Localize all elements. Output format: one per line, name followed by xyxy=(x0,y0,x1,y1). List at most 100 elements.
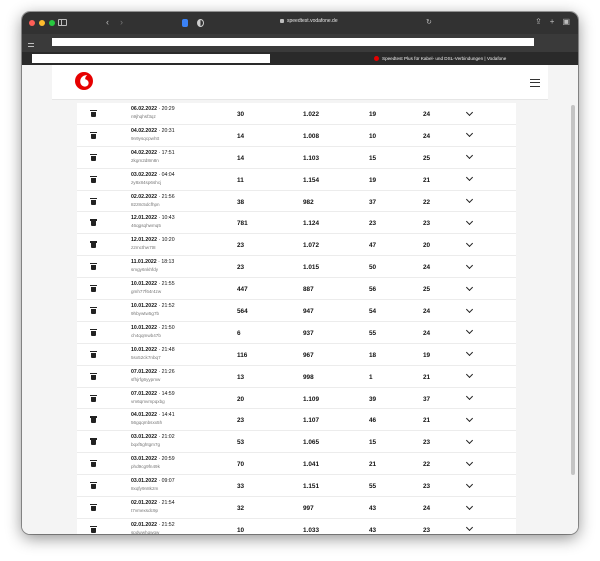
table-row[interactable]: 03.01.2022 · 09:07 8xqfy9n8k2m 33 1.151 55 23 xyxy=(77,475,516,498)
download-value: 1.107 xyxy=(303,417,319,425)
download-value: 937 xyxy=(303,329,314,337)
trash-icon[interactable] xyxy=(90,131,97,139)
chevron-down-icon[interactable] xyxy=(465,525,473,533)
result-id: sfhjrfg6yypmw xyxy=(131,376,161,382)
close-window-button[interactable] xyxy=(29,20,35,26)
table-row[interactable]: 03.01.2022 · 20:59 phd9cg9fn49k 70 1.041 21 2… xyxy=(77,453,516,476)
table-row[interactable]: 07.01.2022 · 14:59 vm6qmvmpqxbg 20 1.109 39 3… xyxy=(77,388,516,410)
table-row[interactable]: 12.01.2022 · 10:43 46qgsqhwmq5 781 1.124 23 2… xyxy=(77,212,516,235)
ping-value: 13 xyxy=(237,373,245,381)
trash-icon[interactable] xyxy=(90,197,97,205)
ping-value: 6 xyxy=(237,329,241,337)
result-id: 82z8c5dcfhpn xyxy=(131,201,160,207)
chevron-down-icon[interactable] xyxy=(465,350,473,358)
jitter-value: 24 xyxy=(423,264,431,272)
table-row[interactable]: 12.01.2022 · 10:20 z2mcthw7t8 23 1.072 47 20 xyxy=(77,234,516,257)
privacy-shield-icon[interactable] xyxy=(197,19,204,27)
trash-icon[interactable] xyxy=(90,525,97,533)
new-tab-icon[interactable]: + xyxy=(550,17,555,26)
table-row[interactable]: 10.01.2022 · 21:55 gmh77f64r4zw 447 887 56 25 xyxy=(77,278,516,301)
reader-icon[interactable] xyxy=(28,43,34,47)
table-row[interactable]: 04.02.2022 · 20:31 9n9ysqcpwhtt 14 1.008 10 2… xyxy=(77,125,516,147)
chevron-down-icon[interactable] xyxy=(465,328,473,336)
trash-icon[interactable] xyxy=(90,110,97,117)
trash-icon[interactable] xyxy=(90,350,97,358)
sidebar-toggle-icon[interactable] xyxy=(58,19,67,26)
trash-icon[interactable] xyxy=(90,504,97,512)
table-row[interactable]: 02.02.2022 · 21:56 82z8c5dcfhpn 38 982 37 22 xyxy=(77,191,516,213)
trash-icon[interactable] xyxy=(90,285,97,293)
download-value: 947 xyxy=(303,308,314,316)
trash-icon[interactable] xyxy=(90,241,97,249)
chevron-down-icon[interactable] xyxy=(465,437,473,445)
forward-icon[interactable]: › xyxy=(120,17,123,27)
address-bar[interactable]: speedtest.vodafone.de xyxy=(280,18,338,24)
chevron-down-icon[interactable] xyxy=(465,153,473,161)
upload-value: 21 xyxy=(369,461,377,469)
tab-overview-icon[interactable]: ▣ xyxy=(562,17,570,26)
table-row[interactable]: 07.01.2022 · 21:26 sfhjrfg6yypmw 13 998 1 21 xyxy=(77,366,516,388)
table-row[interactable]: 03.02.2022 · 04:04 zy8x84sp6shcj 11 1.154 19… xyxy=(77,169,516,191)
chevron-down-icon[interactable] xyxy=(465,131,473,139)
page-scrollbar[interactable] xyxy=(571,105,575,475)
upload-value: 1 xyxy=(369,373,373,381)
chevron-down-icon[interactable] xyxy=(465,262,473,270)
trash-icon[interactable] xyxy=(90,394,97,402)
chevron-down-icon[interactable] xyxy=(465,218,473,226)
minimize-window-button[interactable] xyxy=(39,20,45,26)
trash-icon[interactable] xyxy=(90,482,97,490)
download-value: 967 xyxy=(303,351,314,359)
result-id: spdwwhqwgw xyxy=(131,529,160,534)
upload-value: 43 xyxy=(369,526,377,534)
extension-icon[interactable] xyxy=(182,19,188,27)
chevron-down-icon[interactable] xyxy=(465,459,473,467)
trash-icon[interactable] xyxy=(90,460,97,468)
tab-active[interactable]: Speedtest Plus für Kabel- und DSL-Verbin… xyxy=(372,52,578,65)
chevron-down-icon[interactable] xyxy=(465,240,473,248)
jitter-value: 24 xyxy=(423,132,431,140)
trash-icon[interactable] xyxy=(90,307,97,315)
result-datetime: 04.02.2022 · 20:31 xyxy=(131,127,175,134)
table-row[interactable]: 10.01.2022 · 21:50 ch4qqmwb47b 6 937 55 24 xyxy=(77,322,516,344)
result-datetime: 10.01.2022 · 21:50 xyxy=(131,324,175,331)
chevron-down-icon[interactable] xyxy=(465,415,473,423)
trash-icon[interactable] xyxy=(90,219,97,227)
trash-icon[interactable] xyxy=(90,416,97,424)
chevron-down-icon[interactable] xyxy=(465,109,473,117)
upload-value: 15 xyxy=(369,439,377,447)
trash-icon[interactable] xyxy=(90,263,97,271)
hamburger-menu-icon[interactable] xyxy=(530,79,540,87)
reload-icon[interactable]: ↻ xyxy=(426,18,432,26)
result-datetime: 10.01.2022 · 21:52 xyxy=(131,303,175,310)
chevron-down-icon[interactable] xyxy=(465,175,473,183)
tab-title: Speedtest Plus für Kabel- und DSL-Verbin… xyxy=(382,56,507,61)
back-icon[interactable]: ‹ xyxy=(106,17,109,27)
share-icon[interactable]: ⇪ xyxy=(535,17,542,26)
jitter-value: 21 xyxy=(423,373,431,381)
trash-icon[interactable] xyxy=(90,153,97,161)
chevron-down-icon[interactable] xyxy=(465,372,473,380)
tab-inactive[interactable] xyxy=(32,54,270,63)
table-row[interactable]: 02.01.2022 · 21:52 spdwwhqwgw 10 1.033 43 23 xyxy=(77,519,516,534)
vodafone-logo-icon[interactable] xyxy=(74,71,94,91)
table-row[interactable]: 03.01.2022 · 21:02 bqxf5ghtgm7g 53 1.065 15 2… xyxy=(77,431,516,454)
table-row[interactable]: 10.01.2022 · 21:52 9hbywtw5g7b 564 947 54 24 xyxy=(77,300,516,322)
trash-icon[interactable] xyxy=(90,328,97,336)
table-row[interactable]: 10.01.2022 · 21:48 5sx52ck7nbq7 116 967 18 19 xyxy=(77,344,516,366)
trash-icon[interactable] xyxy=(90,438,97,446)
trash-icon[interactable] xyxy=(90,175,97,183)
table-row[interactable]: 11.01.2022 · 18:13 smgy6nkhfdy 23 1.015 50 24 xyxy=(77,256,516,279)
zoom-window-button[interactable] xyxy=(49,20,55,26)
chevron-down-icon[interactable] xyxy=(465,503,473,511)
chevron-down-icon[interactable] xyxy=(465,394,473,402)
trash-icon[interactable] xyxy=(90,372,97,380)
chevron-down-icon[interactable] xyxy=(465,306,473,314)
chevron-down-icon[interactable] xyxy=(465,481,473,489)
table-row[interactable]: 02.01.2022 · 21:54 t7vmexsdc9p 32 997 43 24 xyxy=(77,497,516,519)
result-datetime: 03.02.2022 · 04:04 xyxy=(131,171,175,178)
table-row[interactable]: 06.02.2022 · 20:29 n9jhqhsf3qz 30 1.022 19 24 xyxy=(77,103,516,125)
chevron-down-icon[interactable] xyxy=(465,284,473,292)
table-row[interactable]: 04.01.2022 · 14:41 56gqqmbsxx5h 23 1.107 46 2… xyxy=(77,409,516,432)
table-row[interactable]: 04.02.2022 · 17:51 2kgm2d8m8n 14 1.103 15 25 xyxy=(77,147,516,169)
chevron-down-icon[interactable] xyxy=(465,197,473,205)
